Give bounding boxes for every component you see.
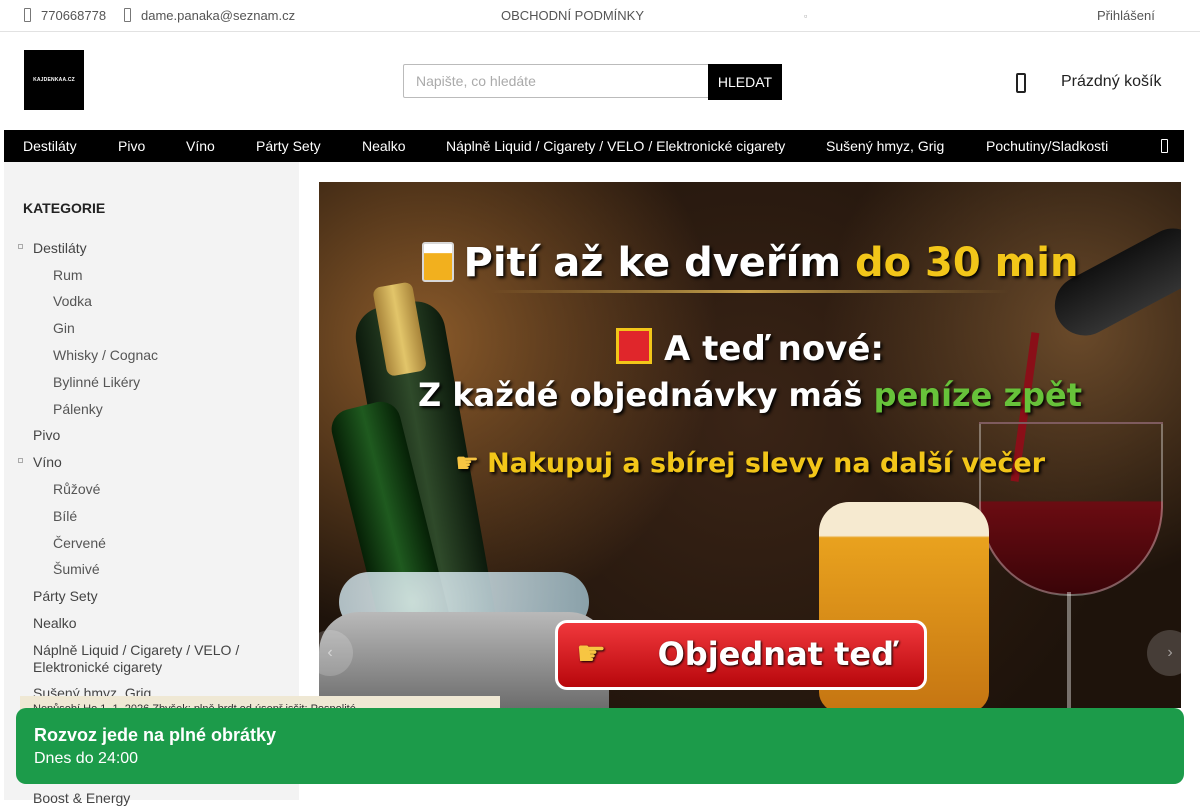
subheadline-text: A teď nové: xyxy=(663,329,885,369)
toast-subtitle: Dnes do 24:00 xyxy=(34,750,139,767)
sidebar-item-vodka[interactable]: Vodka xyxy=(53,293,92,309)
sidebar-item-ruzove[interactable]: Růžové xyxy=(53,481,100,497)
sidebar-item-cervene[interactable]: Červené xyxy=(53,535,106,551)
top-bar: 770668778 dame.panaka@seznam.cz OBCHODNÍ… xyxy=(0,0,1200,32)
terms-link[interactable]: OBCHODNÍ PODMÍNKY xyxy=(501,8,644,23)
sidebar-item-palenky[interactable]: Pálenky xyxy=(53,401,103,417)
mail-icon xyxy=(124,8,131,22)
phone-icon xyxy=(24,8,31,22)
banner-headline: Pití až ke dveřím do 30 min xyxy=(319,240,1181,286)
phone-link[interactable]: 770668778 xyxy=(24,8,106,23)
sidebar-item-boost-energy[interactable]: Boost & Energy xyxy=(33,790,130,806)
logo-text: KAJDENKAA.CZ xyxy=(33,77,75,83)
headline-highlight: do 30 min xyxy=(854,240,1079,286)
search-input[interactable] xyxy=(403,64,709,98)
nav-item-pivo[interactable]: Pivo xyxy=(118,138,145,154)
delivery-toast[interactable]: Rozvoz jede na plné obrátky Dnes do 24:0… xyxy=(16,708,1184,784)
sidebar-item-pivo[interactable]: Pivo xyxy=(33,427,60,443)
sidebar-item-byline-likery[interactable]: Bylinné Likéry xyxy=(53,374,140,390)
tagline-text: Nakupuj a sbírej slevy na další večer xyxy=(487,448,1046,479)
nav-item-nealko[interactable]: Nealko xyxy=(362,138,406,154)
cashback-highlight: peníze zpět xyxy=(873,376,1083,414)
nav-item-suseny-hmyz[interactable]: Sušený hmyz, Grig xyxy=(826,138,944,154)
expand-icon[interactable] xyxy=(18,244,23,249)
search-button[interactable]: HLEDAT xyxy=(708,64,782,100)
site-logo[interactable]: KAJDENKAA.CZ xyxy=(24,50,84,110)
phone-number: 770668778 xyxy=(41,8,107,23)
order-now-button[interactable]: ☛ Objednat teď xyxy=(555,620,927,690)
gift-icon xyxy=(615,328,652,364)
banner-tagline: ☛ Nakupuj a sbírej slevy na další večer xyxy=(319,448,1181,479)
email-address: dame.panaka@seznam.cz xyxy=(141,8,296,23)
login-link[interactable]: Přihlášení xyxy=(1097,8,1155,23)
pointing-hand-icon: ☛ xyxy=(454,448,480,479)
sidebar-item-whisky[interactable]: Whisky / Cognac xyxy=(53,347,158,363)
divider xyxy=(489,290,1009,293)
toast-title: Rozvoz jede na plné obrátky xyxy=(34,725,277,745)
sidebar-item-vino[interactable]: Víno xyxy=(33,454,62,470)
header: KAJDENKAA.CZ HLEDAT Prázdný košík xyxy=(0,32,1200,130)
nav-item-destilaty[interactable]: Destiláty xyxy=(23,138,77,154)
beer-mug-icon xyxy=(421,242,454,282)
nav-item-party-sety[interactable]: Párty Sety xyxy=(256,138,321,154)
email-link[interactable]: dame.panaka@seznam.cz xyxy=(124,8,295,23)
sidebar-item-gin[interactable]: Gin xyxy=(53,320,75,336)
sidebar-heading: KATEGORIE xyxy=(23,200,106,216)
main-nav: Destiláty Pivo Víno Párty Sety Nealko Ná… xyxy=(4,130,1184,162)
hero-banner[interactable]: Pití až ke dveřím do 30 min A teď nové: … xyxy=(319,182,1181,708)
cart-icon[interactable] xyxy=(1016,73,1026,93)
headline-text: Pití až ke dveřím xyxy=(463,240,855,286)
sidebar-item-party-sety[interactable]: Párty Sety xyxy=(33,588,98,604)
sidebar-item-rum[interactable]: Rum xyxy=(53,267,83,283)
sidebar-item-bile[interactable]: Bílé xyxy=(53,508,77,524)
sidebar-item-destilaty[interactable]: Destiláty xyxy=(33,240,87,256)
banner-cashback: Z každé objednávky máš peníze zpět xyxy=(319,376,1181,414)
cta-label: Objednat teď xyxy=(657,635,894,673)
nav-item-vino[interactable]: Víno xyxy=(186,138,215,154)
nav-item-pochutiny[interactable]: Pochutiny/Sladkosti xyxy=(986,138,1108,154)
sidebar-item-nealko[interactable]: Nealko xyxy=(33,615,77,631)
chevron-right-icon[interactable]: › xyxy=(1147,630,1181,676)
wine-stem-image xyxy=(1067,592,1071,708)
banner-subheadline: A teď nové: xyxy=(319,328,1181,369)
cart-label[interactable]: Prázdný košík xyxy=(1061,73,1161,91)
pointing-hand-icon: ☛ xyxy=(576,634,607,674)
sidebar-item-sumive[interactable]: Šumivé xyxy=(53,561,100,577)
dropdown-icon[interactable]: ▫ xyxy=(804,11,807,21)
sidebar-item-naplne-liquid[interactable]: Náplně Liquid / Cigarety / VELO / xyxy=(33,642,239,658)
expand-icon[interactable] xyxy=(18,458,23,463)
cashback-text: Z každé objednávky máš xyxy=(417,376,874,414)
sidebar-item-naplne-liquid-line2[interactable]: Elektronické cigarety xyxy=(33,659,162,675)
hamburger-icon[interactable] xyxy=(1161,139,1168,153)
nav-item-naplne-liquid[interactable]: Náplně Liquid / Cigarety / VELO / Elektr… xyxy=(446,138,785,154)
